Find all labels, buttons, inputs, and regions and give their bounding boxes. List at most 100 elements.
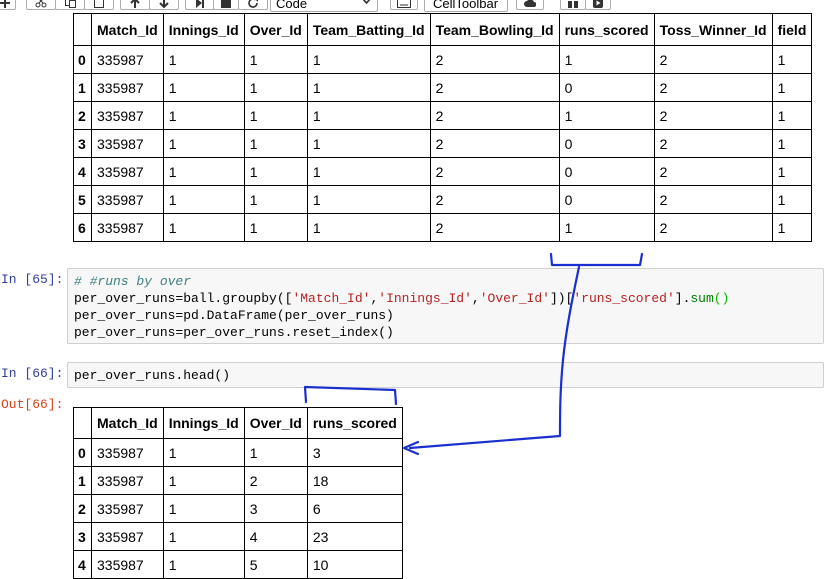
table-cell: 1 [243,45,308,74]
table-cell: 335987 [91,45,164,74]
table-cell: 2 [429,213,560,242]
table-cell: 3 [243,494,308,523]
table-row: 2 335987 1 3 6 [73,494,403,523]
table-cell: 6 [306,494,403,523]
table-cell: 0 [558,73,655,102]
code-string: 'Innings_Id' [378,291,472,306]
table-cell: 2 [429,129,560,158]
table-cell: 1 [162,101,245,130]
table-cell: 1 [243,157,308,186]
video-button[interactable] [585,0,611,10]
column-header: runs_scored [306,407,403,439]
row-index: 0 [73,45,92,74]
table-cell: 1 [162,45,245,74]
table-cell: 335987 [91,494,164,523]
share-button[interactable] [560,0,586,10]
add-cell-button[interactable] [0,0,16,10]
code-editor[interactable]: # #runs by over per_over_runs=ball.group… [67,268,824,344]
table-cell: 1 [243,129,308,158]
table-cell: 335987 [91,213,164,242]
column-header: Team_Bowling_Id [429,13,560,46]
table-row: 1 335987 1 1 1 2 0 2 1 [73,73,813,102]
paste-icon [94,0,104,8]
table-cell: 1 [162,522,245,551]
move-down-button[interactable] [149,0,179,10]
code-editor[interactable]: per_over_runs.head() [67,362,824,388]
table-header-row: Match_Id Innings_Id Over_Id runs_scored [73,407,403,439]
cell-type-select[interactable]: Code [270,0,378,12]
play-icon [593,0,603,8]
table-cell: 1 [306,101,431,130]
row-index: 1 [73,466,92,495]
table-cell: 1 [771,73,813,102]
table-row: 6 335987 1 1 1 2 1 2 1 [73,213,813,242]
table-cell: 1 [243,101,308,130]
column-header: Over_Id [243,13,308,46]
move-up-button[interactable] [120,0,150,10]
table-cell: 1 [162,73,245,102]
table-row: 3 335987 1 4 23 [73,522,403,551]
output-prompt: Out[66]: [1,397,64,412]
code-function: sum [690,291,714,306]
code-line: per_over_runs=per_over_runs.reset_index(… [74,325,394,340]
code-token: () [713,291,730,306]
table-cell: 1 [306,45,431,74]
row-index: 4 [73,157,92,186]
code-token: per_over_runs [74,291,176,306]
table-cell: 1 [771,157,813,186]
table-cell: 1 [162,185,245,214]
interrupt-button[interactable] [213,0,239,10]
upload-button[interactable] [516,0,544,10]
row-index: 4 [73,550,92,579]
input-prompt: In [65]: [1,272,64,287]
table-cell: 1 [771,185,813,214]
column-header: Innings_Id [162,407,245,439]
table-cell: 2 [653,73,773,102]
row-index: 0 [73,438,92,467]
gift-icon [568,0,578,8]
table-cell: 2 [429,101,560,130]
table-cell: 1 [771,45,813,74]
code-string: 'Match_Id' [292,291,371,306]
table-row: 3 335987 1 1 1 2 0 2 1 [73,129,813,158]
cloud-upload-icon [524,0,536,7]
code-string: 'runs_scored' [573,291,675,306]
chevron-down-icon [362,0,371,5]
table-cell: 1 [162,213,245,242]
run-cell-button[interactable] [185,0,215,10]
table-row: 2 335987 1 1 1 2 1 2 1 [73,101,813,130]
table-cell: 3 [306,438,403,467]
command-palette-button[interactable] [390,0,418,10]
table-cell: 1 [162,157,245,186]
table-cell: 2 [653,129,773,158]
table-row: 1 335987 1 2 18 [73,466,403,495]
table-cell: 1 [162,494,245,523]
table-cell: 1 [558,101,655,130]
table-cell: 0 [558,129,655,158]
paste-button[interactable] [84,0,114,10]
table-cell: 2 [653,185,773,214]
column-header: Toss_Winner_Id [653,13,773,46]
table-cell: 2 [429,45,560,74]
column-header: Match_Id [91,13,164,46]
code-token: ]. [674,291,691,306]
dataframe-table: Match_Id Innings_Id Over_Id runs_scored … [73,407,403,579]
table-row: 4 335987 1 5 10 [73,550,403,579]
code-line: per_over_runs.head() [74,368,231,383]
copy-button[interactable] [55,0,85,10]
table-cell: 1 [243,185,308,214]
table-cell: 2 [429,157,560,186]
cut-button[interactable] [26,0,56,10]
refresh-icon [247,0,258,8]
keyboard-icon [397,0,411,8]
table-cell: 335987 [91,157,164,186]
input-prompt: In [66]: [1,366,64,381]
table-row: 5 335987 1 1 1 2 0 2 1 [73,185,813,214]
arrow-up-icon [130,0,140,8]
table-cell: 1 [306,73,431,102]
restart-button[interactable] [238,0,268,10]
row-index: 2 [73,101,92,130]
table-cell: 1 [771,101,813,130]
table-cell: 2 [243,466,308,495]
row-index: 6 [73,213,92,242]
